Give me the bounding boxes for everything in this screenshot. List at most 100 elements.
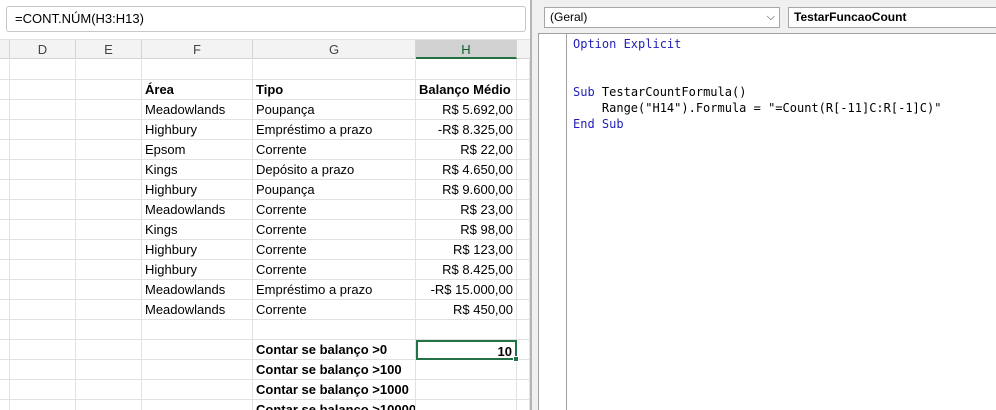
grid-cell[interactable] [517,260,530,280]
summary-label[interactable]: Contar se balanço >10000 [253,400,416,410]
grid-cell[interactable] [76,260,142,280]
grid-cell[interactable] [10,100,76,120]
header-balanco[interactable]: Balanço Médio [416,80,517,100]
grid-cell[interactable] [0,140,10,160]
tipo-cell[interactable]: Corrente [253,140,416,160]
area-cell[interactable]: Meadowlands [142,100,253,120]
grid-cell[interactable] [517,200,530,220]
grid-cell[interactable] [0,100,10,120]
grid-cell[interactable] [10,360,76,380]
balanco-cell[interactable]: -R$ 15.000,00 [416,280,517,300]
grid-cell[interactable] [142,400,253,410]
area-cell[interactable]: Meadowlands [142,280,253,300]
tipo-cell[interactable]: Corrente [253,300,416,320]
balanco-cell[interactable]: R$ 450,00 [416,300,517,320]
grid-cell[interactable] [517,60,530,80]
summary-value[interactable] [416,380,517,400]
tipo-cell[interactable]: Empréstimo a prazo [253,120,416,140]
active-cell-h14[interactable]: 10 [416,340,517,360]
grid-cell[interactable] [76,220,142,240]
balanco-cell[interactable]: -R$ 8.325,00 [416,120,517,140]
grid-cell[interactable] [517,400,530,410]
grid-cell[interactable] [0,80,10,100]
grid-cell[interactable] [517,160,530,180]
grid-cell[interactable] [253,320,416,340]
grid-cell[interactable] [517,100,530,120]
grid-cell[interactable] [0,60,10,80]
grid-cell[interactable] [10,320,76,340]
grid-cell[interactable] [517,320,530,340]
grid-cell[interactable] [10,60,76,80]
grid-cell[interactable] [10,260,76,280]
tipo-cell[interactable]: Empréstimo a prazo [253,280,416,300]
tipo-cell[interactable]: Depósito a prazo [253,160,416,180]
grid-cell[interactable] [517,240,530,260]
chevron-down-icon[interactable]: ⌵ [767,8,775,27]
grid-cell[interactable] [76,160,142,180]
grid-cell[interactable] [142,360,253,380]
worksheet-grid[interactable]: D E F G H Área Tipo Balanço Médio Meadowlan… [0,40,530,410]
grid-cell[interactable] [517,280,530,300]
grid-cell[interactable] [10,400,76,410]
grid-cell[interactable] [76,360,142,380]
grid-cell[interactable] [76,60,142,80]
column-header-h[interactable]: H [416,40,517,59]
header-area[interactable]: Área [142,80,253,100]
balanco-cell[interactable]: R$ 8.425,00 [416,260,517,280]
grid-cell[interactable] [76,320,142,340]
grid-cell[interactable] [10,120,76,140]
code-editor[interactable]: Option Explicit Sub TestarCountFormula()… [538,33,996,410]
grid-cell[interactable] [517,120,530,140]
grid-cell[interactable] [0,380,10,400]
code-line-end-sub[interactable]: End Sub [573,116,624,132]
grid-cell[interactable] [517,360,530,380]
grid-cell[interactable] [0,120,10,140]
area-cell[interactable]: Highbury [142,240,253,260]
grid-cell[interactable] [517,300,530,320]
tipo-cell[interactable]: Corrente [253,220,416,240]
grid-cell[interactable] [10,200,76,220]
grid-cell[interactable] [76,100,142,120]
grid-cell[interactable] [517,80,530,100]
grid-cell[interactable] [0,160,10,180]
grid-cell[interactable] [517,380,530,400]
grid-cell[interactable] [0,240,10,260]
column-header-g[interactable]: G [253,40,416,59]
balanco-cell[interactable]: R$ 22,00 [416,140,517,160]
summary-label[interactable]: Contar se balanço >100 [253,360,416,380]
grid-cell[interactable] [416,320,517,340]
column-header-e[interactable]: E [76,40,142,59]
grid-cell[interactable] [76,140,142,160]
code-line-option-explicit[interactable]: Option Explicit [573,36,681,52]
grid-cell[interactable] [0,360,10,380]
procedure-dropdown[interactable]: TestarFuncaoCount [788,7,996,28]
fill-handle[interactable] [513,356,519,362]
grid-cell[interactable] [76,240,142,260]
grid-cell[interactable] [0,180,10,200]
area-cell[interactable]: Highbury [142,260,253,280]
grid-cell[interactable] [416,60,517,80]
column-header-f[interactable]: F [142,40,253,59]
grid-cell[interactable] [76,120,142,140]
grid-cell[interactable] [0,260,10,280]
area-cell[interactable]: Highbury [142,120,253,140]
grid-cell[interactable] [76,180,142,200]
grid-cell[interactable] [10,300,76,320]
balanco-cell[interactable]: R$ 123,00 [416,240,517,260]
grid-cell[interactable] [253,60,416,80]
grid-cell[interactable] [517,140,530,160]
grid-cell[interactable] [10,220,76,240]
balanco-cell[interactable]: R$ 4.650,00 [416,160,517,180]
grid-cell[interactable] [76,340,142,360]
header-tipo[interactable]: Tipo [253,80,416,100]
area-cell[interactable]: Meadowlands [142,200,253,220]
grid-cell[interactable] [10,140,76,160]
column-header-d[interactable]: D [10,40,76,59]
grid-cell[interactable] [10,80,76,100]
grid-cell[interactable] [76,80,142,100]
summary-label[interactable]: Contar se balanço >0 [253,340,416,360]
code-line-formula[interactable]: Range("H14").Formula = "=Count(R[-11]C:R… [573,100,942,116]
grid-cell[interactable] [10,380,76,400]
code-line-sub[interactable]: Sub TestarCountFormula() [573,84,746,100]
grid-cell[interactable] [76,200,142,220]
